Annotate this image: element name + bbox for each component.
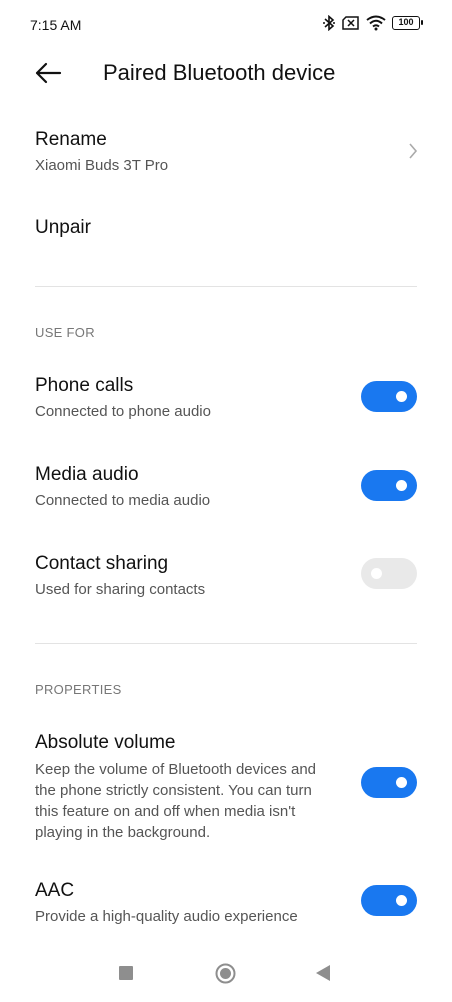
wifi-icon [366, 15, 386, 31]
status-icons: 100 [322, 15, 423, 31]
rename-title: Rename [35, 129, 107, 150]
aac-toggle[interactable] [361, 885, 417, 916]
toggle-knob [396, 777, 407, 788]
toggle-knob [396, 895, 407, 906]
phone-calls-subtitle: Connected to phone audio [35, 403, 211, 420]
absolute-volume-desc-line-3: this feature on and off when media isn't [35, 803, 296, 820]
media-audio-subtitle: Connected to media audio [35, 492, 211, 509]
back-arrow-icon [35, 62, 62, 84]
media-audio-toggle[interactable] [361, 470, 417, 501]
back-nav-icon[interactable] [316, 965, 330, 986]
navigation-bar [0, 948, 452, 1002]
back-button[interactable] [34, 59, 64, 87]
unpair-row[interactable]: Unpair [0, 206, 452, 252]
aac-subtitle: Provide a high-quality audio experience [35, 908, 298, 925]
no-sim-icon [342, 16, 360, 30]
contact-sharing-title: Contact sharing [35, 553, 169, 574]
phone-calls-title: Phone calls [35, 375, 134, 396]
header: Paired Bluetooth device [0, 50, 452, 96]
divider [35, 643, 417, 644]
rename-row[interactable]: Rename Xiaomi Buds 3T Pro [0, 122, 452, 186]
section-label-properties: PROPERTIES [35, 682, 122, 697]
toggle-knob [396, 480, 407, 491]
page-title: Paired Bluetooth device [103, 60, 336, 85]
battery-icon: 100 [392, 16, 423, 30]
absolute-volume-desc-line-1: Keep the volume of Bluetooth devices and [35, 761, 317, 778]
aac-row[interactable]: AAC Provide a high-quality audio experie… [0, 873, 452, 937]
home-icon[interactable] [215, 963, 236, 989]
bluetooth-icon [322, 15, 336, 31]
toggle-knob [396, 391, 407, 402]
section-label-use-for: USE FOR [35, 325, 95, 340]
aac-title: AAC [35, 880, 75, 901]
status-time: 7:15 AM [30, 17, 82, 33]
media-audio-row[interactable]: Media audio Connected to media audio [0, 457, 452, 521]
phone-calls-row[interactable]: Phone calls Connected to phone audio [0, 368, 452, 432]
recent-apps-icon[interactable] [119, 966, 133, 985]
chevron-right-icon [408, 142, 418, 165]
contact-sharing-row[interactable]: Contact sharing Used for sharing contact… [0, 546, 452, 610]
divider [35, 286, 417, 287]
screen: 7:15 AM 100 Paired Bluetooth device Rena… [0, 0, 452, 1002]
toggle-knob [371, 568, 382, 579]
media-audio-title: Media audio [35, 464, 139, 485]
unpair-title: Unpair [35, 217, 91, 238]
absolute-volume-title: Absolute volume [35, 732, 176, 753]
absolute-volume-desc-line-4: playing in the background. [35, 824, 211, 841]
absolute-volume-row[interactable]: Absolute volume Keep the volume of Bluet… [0, 725, 452, 841]
contact-sharing-subtitle: Used for sharing contacts [35, 581, 206, 598]
device-name-value: Xiaomi Buds 3T Pro [35, 157, 169, 174]
status-bar: 7:15 AM 100 [0, 0, 452, 50]
contact-sharing-toggle[interactable] [361, 558, 417, 589]
phone-calls-toggle[interactable] [361, 381, 417, 412]
absolute-volume-toggle[interactable] [361, 767, 417, 798]
absolute-volume-desc-line-2: the phone strictly consistent. You can t… [35, 782, 312, 799]
